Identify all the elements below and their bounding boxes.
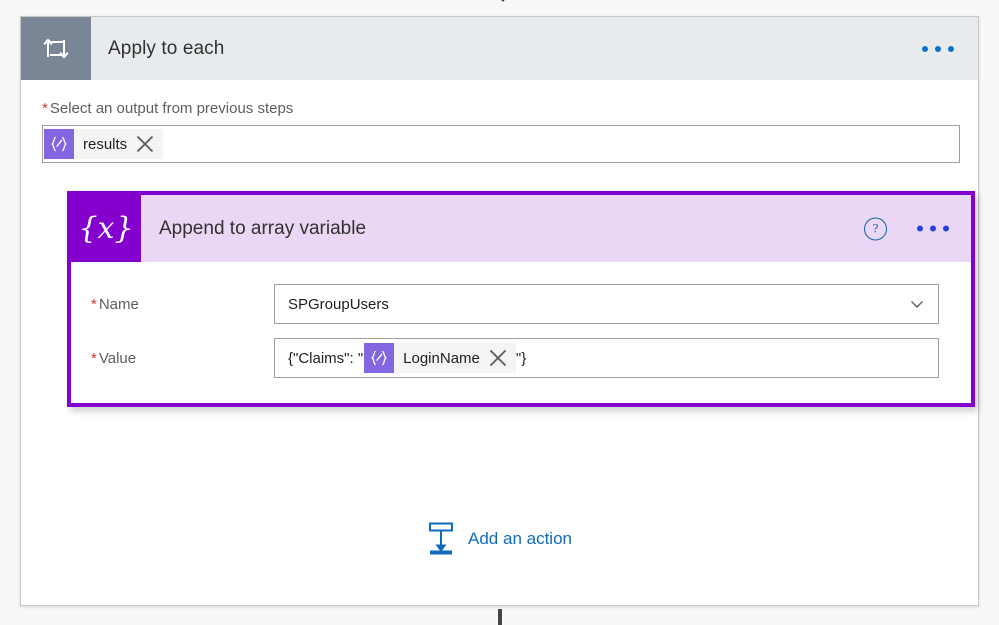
close-icon[interactable] bbox=[487, 347, 509, 369]
add-an-action-button[interactable]: Add an action bbox=[21, 522, 978, 556]
append-to-array-variable-title: Append to array variable bbox=[159, 217, 367, 239]
arrow-down-icon bbox=[493, 0, 513, 2]
ellipsis-dot bbox=[917, 225, 923, 232]
name-dropdown[interactable]: SPGroupUsers bbox=[274, 284, 939, 324]
foreach-field-label: * Select an output from previous steps bbox=[42, 100, 957, 117]
dynamic-content-icon bbox=[44, 129, 74, 159]
loop-icon bbox=[21, 17, 91, 80]
connector-bottom bbox=[0, 609, 999, 625]
apply-to-each-body: * Select an output from previous steps re… bbox=[21, 80, 978, 407]
help-icon[interactable]: ? bbox=[864, 217, 887, 240]
action-overflow-menu-button[interactable] bbox=[913, 218, 953, 240]
apply-to-each-header[interactable]: Apply to each bbox=[21, 17, 978, 80]
dynamic-token-results[interactable]: results bbox=[44, 129, 164, 159]
required-marker: * bbox=[42, 100, 48, 117]
ellipsis-dot bbox=[930, 225, 936, 232]
add-an-action-label: Add an action bbox=[468, 529, 572, 548]
apply-to-each-title: Apply to each bbox=[108, 37, 225, 59]
ellipsis-dot bbox=[922, 45, 928, 52]
name-field-label: * Name bbox=[71, 296, 274, 313]
dynamic-content-icon bbox=[364, 343, 395, 373]
value-field-label: * Value bbox=[71, 350, 274, 367]
ellipsis-dot bbox=[935, 45, 941, 52]
name-selected-value: SPGroupUsers bbox=[288, 295, 389, 313]
name-field-label-text: Name bbox=[98, 295, 139, 313]
value-field-label-text: Value bbox=[98, 349, 137, 367]
dynamic-token-label: LoginName bbox=[403, 349, 480, 367]
close-icon[interactable] bbox=[134, 133, 156, 155]
value-suffix-text: "} bbox=[515, 349, 527, 367]
foreach-field-label-text: Select an output from previous steps bbox=[49, 100, 294, 117]
param-row-name: * Name SPGroupUsers bbox=[71, 284, 971, 324]
connector-top bbox=[0, 0, 999, 16]
append-to-array-variable-card[interactable]: {x} Append to array variable ? * Name SP… bbox=[67, 191, 975, 407]
ellipsis-dot bbox=[943, 225, 949, 232]
chevron-down-icon[interactable] bbox=[910, 297, 924, 311]
required-marker: * bbox=[91, 295, 97, 313]
dynamic-token-label: results bbox=[83, 135, 128, 153]
add-step-icon bbox=[429, 522, 454, 555]
foreach-input[interactable]: results bbox=[42, 125, 960, 163]
append-to-array-variable-body: * Name SPGroupUsers * Value {"Claims": "… bbox=[71, 262, 971, 403]
action-header-actions: ? bbox=[864, 217, 953, 240]
connector-line-icon bbox=[498, 609, 502, 625]
append-to-array-variable-header[interactable]: {x} Append to array variable ? bbox=[71, 195, 971, 262]
apply-to-each-card[interactable]: Apply to each * Select an output from pre… bbox=[20, 16, 979, 606]
value-prefix-text: {"Claims": " bbox=[288, 349, 364, 367]
apply-to-each-overflow-menu-button[interactable] bbox=[916, 38, 960, 60]
value-input[interactable]: {"Claims": " LoginName "} bbox=[274, 338, 939, 378]
required-marker: * bbox=[91, 349, 97, 367]
dynamic-token-loginname[interactable]: LoginName bbox=[364, 343, 516, 373]
param-row-value: * Value {"Claims": " LoginName "} bbox=[71, 338, 971, 378]
ellipsis-dot bbox=[948, 45, 954, 52]
variable-icon: {x} bbox=[71, 195, 141, 262]
